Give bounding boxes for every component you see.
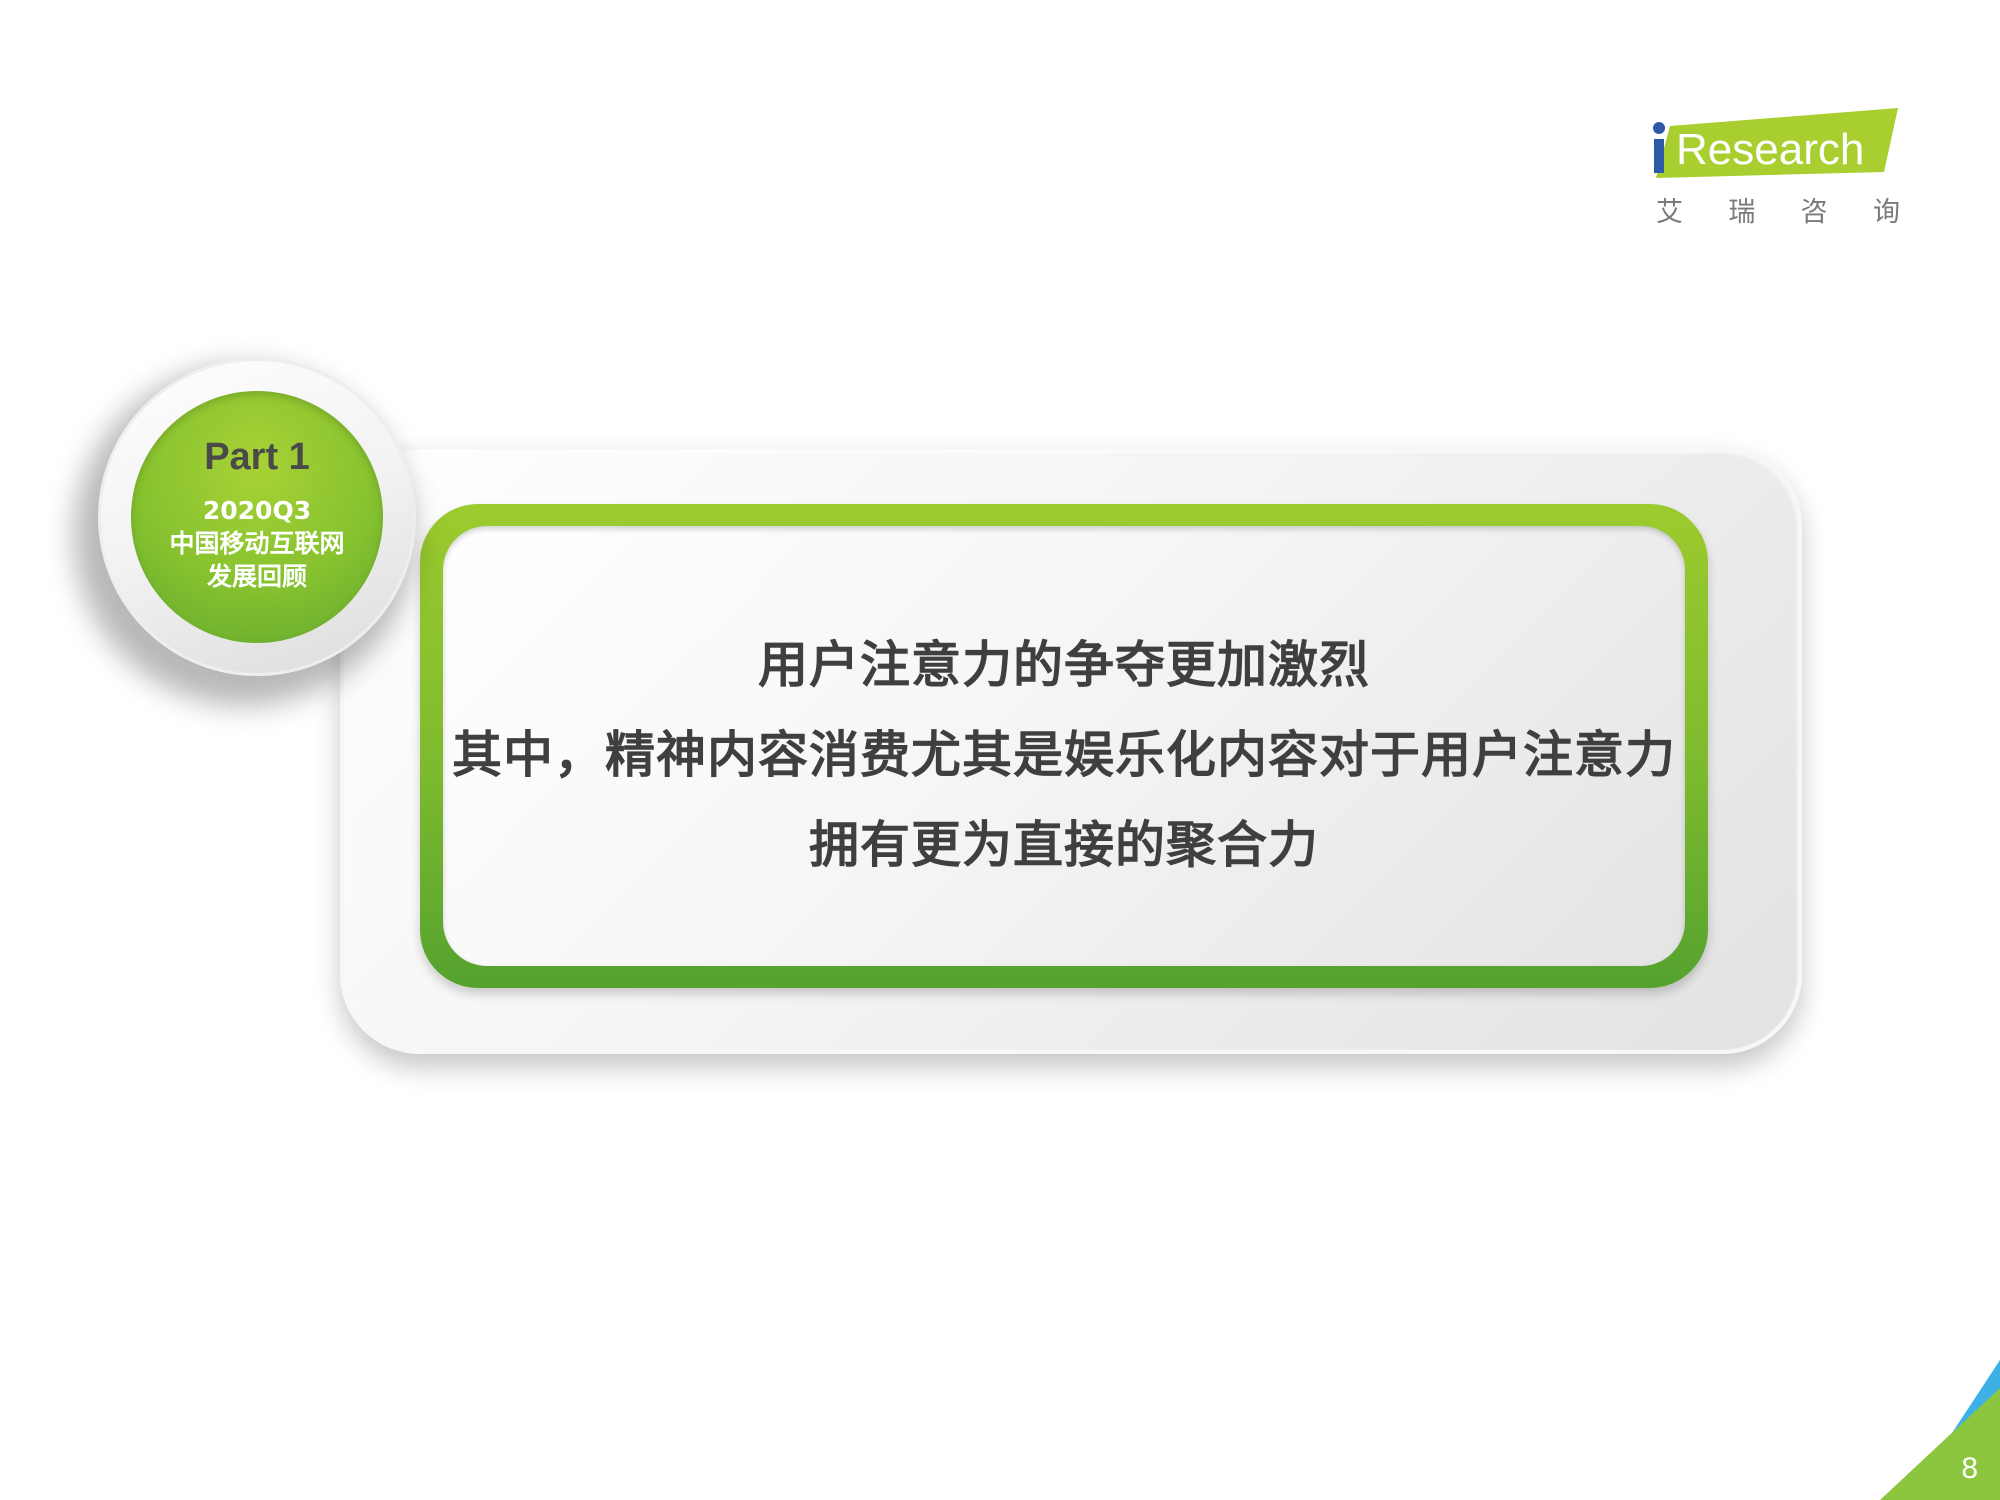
logo-char: 艾 <box>1656 197 1683 228</box>
page-corner-decoration <box>1880 1360 2000 1500</box>
logo-char: 咨 <box>1800 197 1828 228</box>
headline-line-1: 用户注意力的争夺更加激烈 <box>758 636 1370 694</box>
slide: Research 艾 瑞 咨 询 用户注意力的争夺更加激烈 其中，精神内容消费尤… <box>0 0 2000 1500</box>
badge-line-period: 2020Q3 <box>202 496 312 525</box>
badge-part-label: Part 1 <box>204 436 310 478</box>
badge-line-topic: 中国移动互联网 <box>169 529 345 558</box>
badge-section-title: 2020Q3 中国移动互联网 发展回顾 <box>131 494 383 593</box>
logo-chinese-name: 艾 瑞 咨 询 <box>1656 190 1900 229</box>
page-number: 8 <box>1961 1452 1978 1485</box>
headline-line-2: 其中，精神内容消费尤其是娱乐化内容对于用户注意力 <box>452 726 1676 784</box>
logo-char: 询 <box>1872 197 1900 228</box>
logo-wordmark: Research <box>1676 125 1864 174</box>
section-headline: 用户注意力的争夺更加激烈 其中，精神内容消费尤其是娱乐化内容对于用户注意力 拥有… <box>443 620 1685 890</box>
logo-char: 瑞 <box>1728 197 1756 228</box>
headline-line-3: 拥有更为直接的聚合力 <box>809 816 1319 874</box>
logo-mark: Research <box>1653 108 1898 178</box>
badge-line-subtitle: 发展回顾 <box>206 562 307 591</box>
iresearch-logo: Research 艾 瑞 咨 询 <box>1650 104 1900 234</box>
